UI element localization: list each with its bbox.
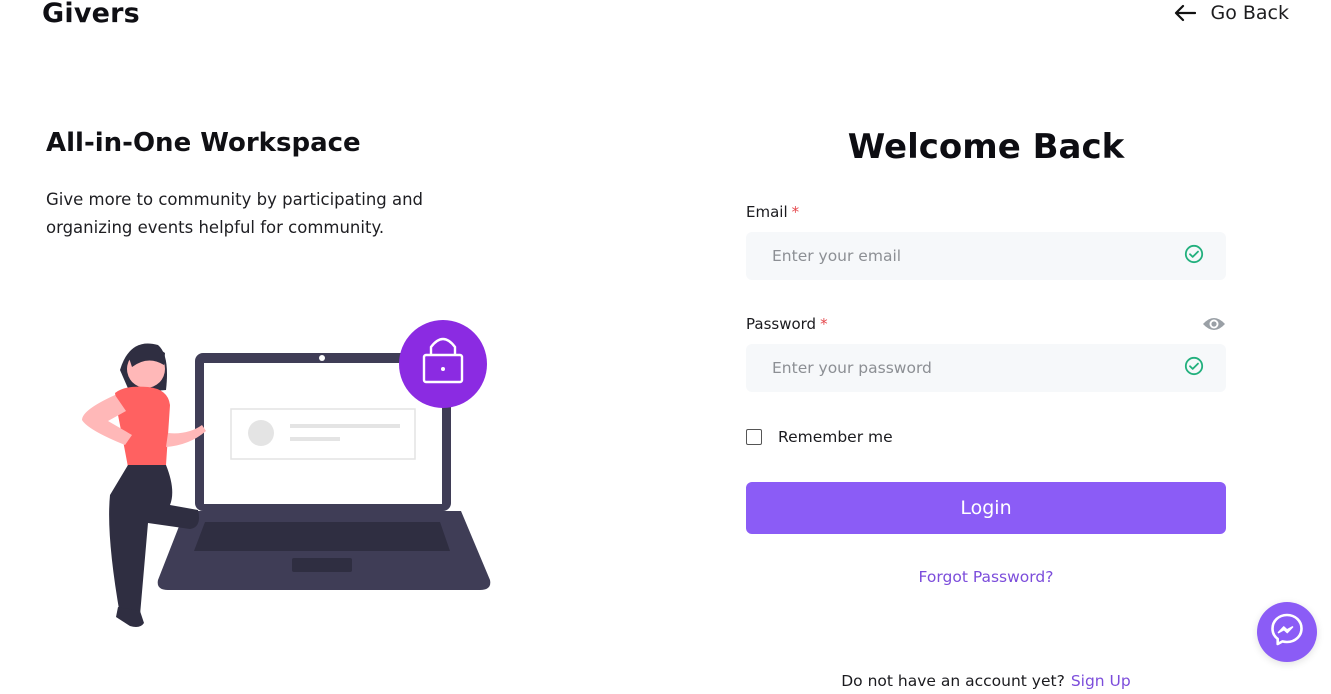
no-account-text: Do not have an account yet? [841,672,1065,690]
signup-link[interactable]: Sign Up [1071,672,1131,690]
workspace-illustration [70,315,500,639]
login-button[interactable]: Login [746,482,1226,534]
hero-subtitle: Give more to community by participating … [46,190,424,237]
signup-prompt: Do not have an account yet? Sign Up [746,672,1226,690]
password-label-text: Password [746,315,817,333]
email-label-text: Email [746,203,788,221]
password-label: Password * [746,315,828,333]
go-back-label: Go Back [1210,2,1289,24]
hero-title: All-in-One Workspace [46,128,361,158]
messenger-chat-button[interactable] [1257,602,1317,662]
remember-me-label: Remember me [778,428,893,446]
email-field-wrapper [746,232,1226,280]
remember-me[interactable]: Remember me [746,428,893,446]
required-mark: * [820,315,828,333]
check-circle-icon [1184,356,1204,380]
email-input[interactable] [770,246,1184,266]
login-title: Welcome Back [847,127,1125,167]
eye-icon[interactable] [1202,314,1226,338]
password-input[interactable] [770,358,1184,378]
password-field-wrapper [746,344,1226,392]
email-label: Email * [746,203,799,221]
required-mark: * [791,203,800,221]
brand-logo[interactable]: Givers [42,0,140,29]
messenger-icon [1269,612,1305,652]
lock-icon [399,320,487,408]
forgot-password-link[interactable]: Forgot Password? [746,568,1226,586]
go-back-button[interactable]: Go Back [1174,2,1289,24]
check-circle-icon [1184,244,1204,268]
arrow-left-icon [1174,4,1197,22]
remember-me-checkbox[interactable] [746,429,762,445]
